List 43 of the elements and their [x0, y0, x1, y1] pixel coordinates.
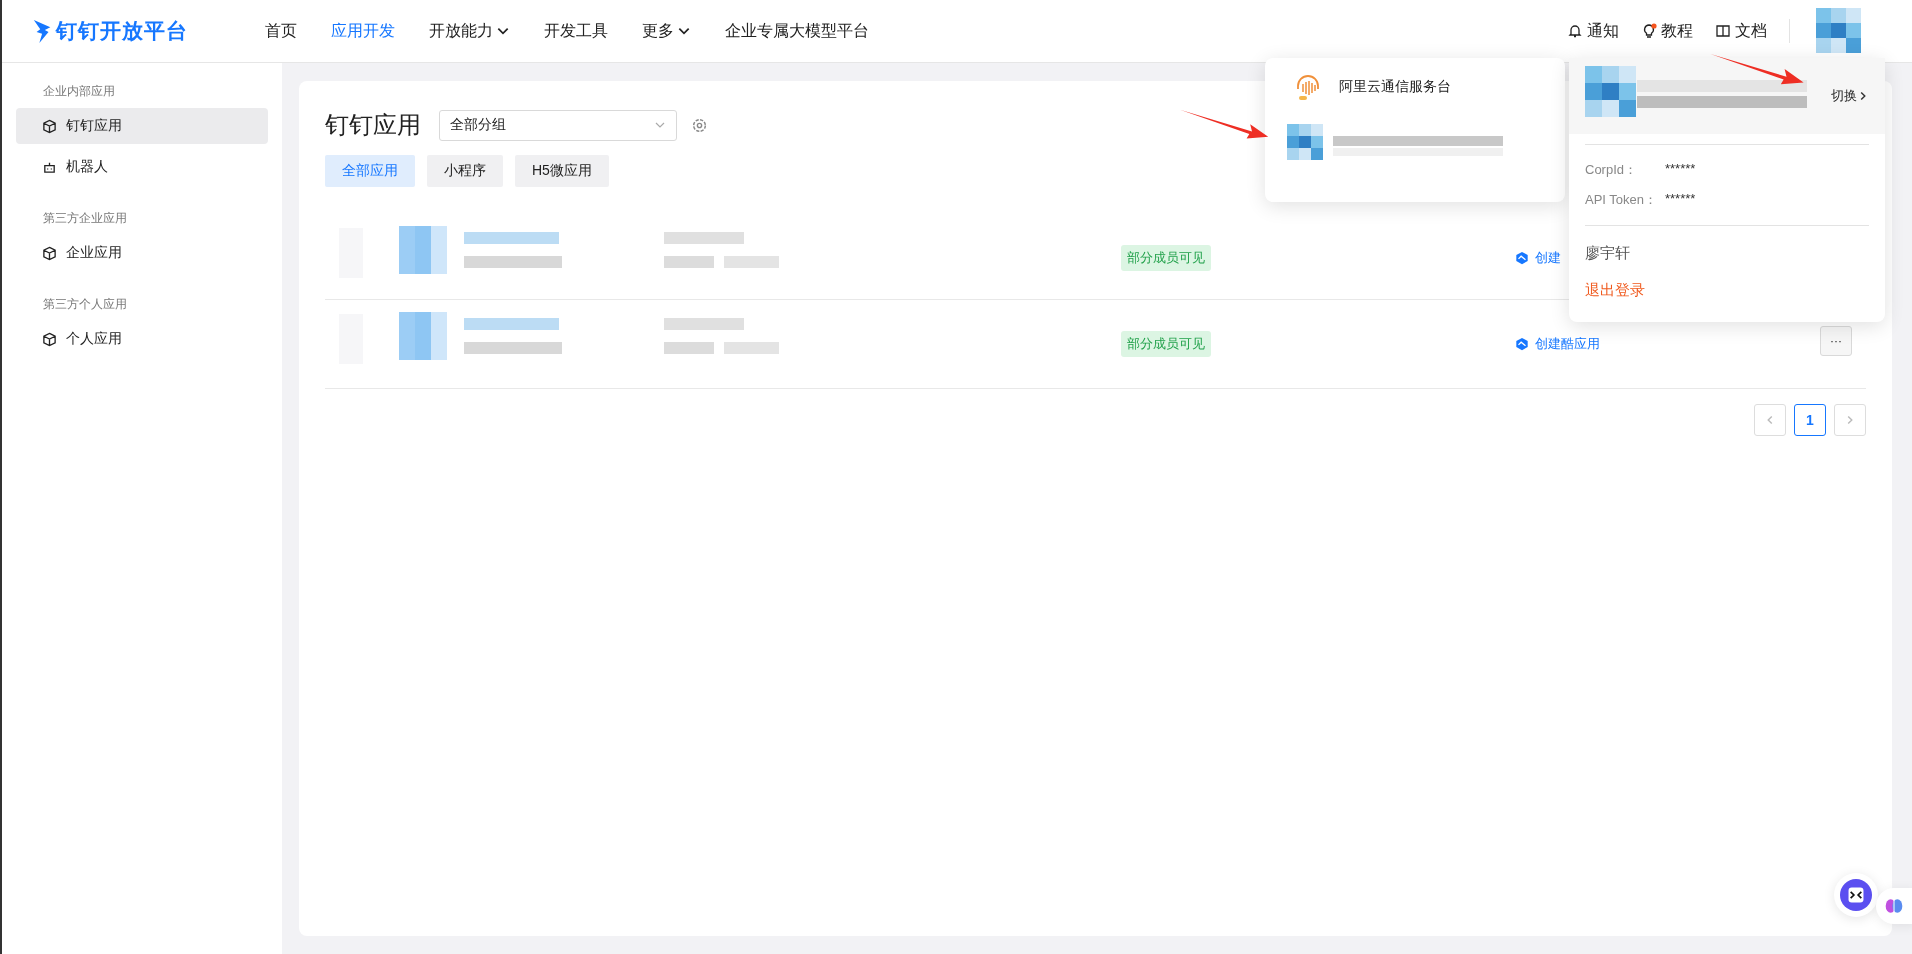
- nav-link[interactable]: 开放能力: [429, 20, 510, 42]
- sidebar-heading: 第三方企业应用: [42, 210, 128, 227]
- nav-link[interactable]: 更多: [642, 20, 691, 42]
- header-link[interactable]: 文档: [1715, 20, 1767, 42]
- header-link[interactable]: 通知: [1567, 20, 1619, 42]
- nav-link[interactable]: 开发工具: [544, 20, 608, 42]
- sidebar-item[interactable]: 钉钉应用: [16, 108, 268, 144]
- sidebar-heading: 第三方个人应用: [42, 296, 128, 313]
- assistant-icon: [1840, 879, 1872, 911]
- create-app-link[interactable]: 创建: [1515, 249, 1561, 267]
- brain-button[interactable]: [1876, 888, 1912, 924]
- nav-link[interactable]: 应用开发: [331, 20, 395, 42]
- page-title: 钉钉应用: [325, 110, 421, 140]
- nav-link[interactable]: 企业专属大模型平台: [725, 20, 869, 42]
- menu-item[interactable]: 阿里云通信服务台: [1287, 72, 1543, 102]
- lightbulb-icon: [1641, 23, 1657, 39]
- field-label: CorpId：: [1585, 161, 1639, 179]
- settings-icon[interactable]: [691, 116, 708, 134]
- bell-icon: [1567, 23, 1583, 39]
- more-button[interactable]: ···: [1820, 326, 1852, 356]
- group-select[interactable]: 全部分组: [439, 109, 677, 141]
- field-label: API Token：: [1585, 191, 1659, 209]
- sidebar-item[interactable]: 个人应用: [16, 321, 268, 357]
- nav-link[interactable]: 首页: [265, 20, 297, 42]
- header-link[interactable]: 教程: [1641, 20, 1693, 42]
- page-button[interactable]: 1: [1794, 404, 1826, 436]
- logout-link[interactable]: 退出登录: [1585, 281, 1869, 300]
- logo-text: 钉钉开放平台: [56, 18, 188, 44]
- visibility-badge: 部分成员可见: [1121, 331, 1211, 357]
- filter-tab[interactable]: 全部应用: [325, 155, 415, 187]
- brain-icon: [1884, 896, 1904, 916]
- switch-link[interactable]: 切换: [1831, 87, 1869, 105]
- visibility-badge: 部分成员可见: [1121, 245, 1211, 271]
- sidebar-item[interactable]: 机器人: [16, 149, 268, 185]
- book-icon: [1715, 23, 1731, 39]
- sidebar-item[interactable]: 企业应用: [16, 235, 268, 271]
- filter-tab[interactable]: H5微应用: [515, 155, 609, 187]
- field-value: ******: [1665, 161, 1696, 178]
- field-value: ******: [1665, 191, 1696, 208]
- filter-tab[interactable]: 小程序: [427, 155, 503, 187]
- user-name: 廖宇轩: [1585, 244, 1631, 263]
- sidebar-heading: 企业内部应用: [42, 83, 116, 100]
- create-app-link[interactable]: 创建酷应用: [1515, 335, 1600, 353]
